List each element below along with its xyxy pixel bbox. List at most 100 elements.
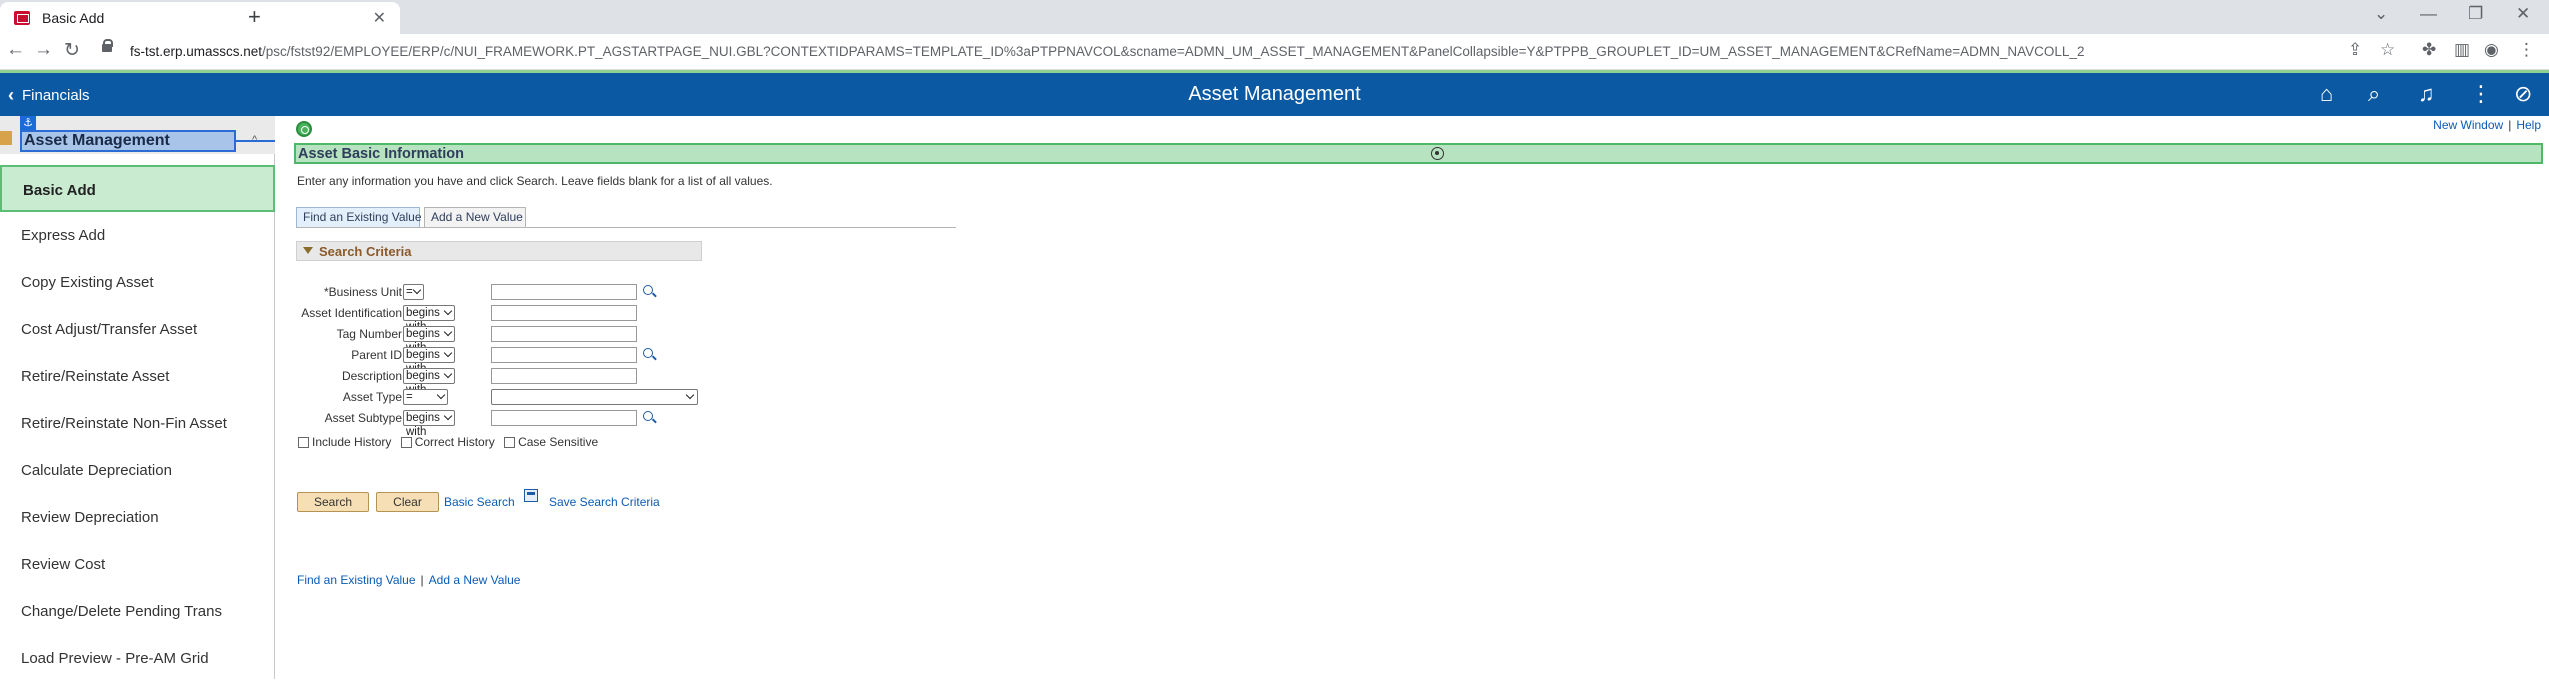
extensions-icon[interactable]: ✤ xyxy=(2422,40,2436,60)
chevron-down-icon xyxy=(412,285,422,295)
field-row-description: Description begins with xyxy=(276,368,976,396)
asset-id-input[interactable] xyxy=(491,305,637,321)
top-links: New Window | Help xyxy=(2433,118,2541,132)
operator-select[interactable]: begins with xyxy=(403,326,455,354)
new-window-link[interactable]: New Window xyxy=(2433,118,2503,132)
nav-item-retire-reinstate-nonfin[interactable]: Retire/Reinstate Non-Fin Asset xyxy=(0,400,275,447)
browser-menu-icon[interactable]: ⋮ xyxy=(2518,40,2535,60)
focus-indicator-icon xyxy=(296,121,312,137)
nav-item-retire-reinstate-asset[interactable]: Retire/Reinstate Asset xyxy=(0,353,275,400)
nav-item-load-preview[interactable]: Load Preview - Pre-AM Grid xyxy=(0,635,275,682)
operator-select[interactable]: begins with xyxy=(403,410,455,438)
field-label: Description xyxy=(341,369,402,383)
save-search-icon[interactable] xyxy=(524,489,538,502)
bookmark-star-icon[interactable]: ☆ xyxy=(2380,40,2395,60)
back-arrow-icon[interactable]: ← xyxy=(6,39,25,61)
checkbox-box[interactable] xyxy=(400,436,412,448)
nav-item-change-delete-pending[interactable]: Change/Delete Pending Trans xyxy=(0,588,275,635)
notifications-bell-icon[interactable]: ♫ xyxy=(2418,81,2435,107)
checkbox-label: Case Sensitive xyxy=(518,435,599,449)
nav-item-cost-adjust-transfer[interactable]: Cost Adjust/Transfer Asset xyxy=(0,306,275,353)
operator-value: = xyxy=(406,286,413,298)
crosshair-icon xyxy=(1431,147,1444,160)
field-label: Asset Identification xyxy=(301,306,402,320)
share-icon[interactable]: ⇪ xyxy=(2348,40,2362,60)
checkbox-label: Correct History xyxy=(414,435,495,449)
operator-select[interactable]: = xyxy=(403,284,424,300)
operator-select[interactable]: begins with xyxy=(403,347,455,375)
browser-toolbar: ← → ↻ fs-tst.erp.umasscs.net/psc/fstst92… xyxy=(0,34,2549,70)
asset-type-select[interactable] xyxy=(491,389,698,405)
restore-icon[interactable]: ❐ xyxy=(2468,4,2483,24)
minimize-icon[interactable]: — xyxy=(2420,4,2437,24)
lookup-icon[interactable] xyxy=(643,411,653,421)
basic-search-link[interactable]: Basic Search xyxy=(444,495,515,509)
reload-icon[interactable]: ↻ xyxy=(64,39,80,62)
new-tab-button[interactable]: + xyxy=(248,4,261,30)
clear-button[interactable]: Clear xyxy=(376,492,439,512)
chevron-down-icon xyxy=(443,369,453,379)
chevron-down-icon xyxy=(443,348,453,358)
operator-select[interactable]: begins with xyxy=(403,368,455,396)
nav-heading[interactable]: Asset Management xyxy=(20,130,236,152)
url-path: /psc/fstst92/EMPLOYEE/ERP/c/NUI_FRAMEWOR… xyxy=(262,44,2085,59)
search-button[interactable]: Search xyxy=(297,492,369,512)
help-link[interactable]: Help xyxy=(2516,118,2541,132)
browser-tab[interactable]: Basic Add ✕ xyxy=(0,2,400,34)
navbar-compass-icon[interactable]: ⊘ xyxy=(2514,81,2532,107)
business-unit-input[interactable] xyxy=(491,284,637,300)
tab-close-icon[interactable]: ✕ xyxy=(373,8,386,28)
nav-collection-header: Asset Management ⚓ ^ xyxy=(0,116,275,154)
nav-item-review-cost[interactable]: Review Cost xyxy=(0,541,275,588)
sidepanel-icon[interactable]: ▥ xyxy=(2454,40,2470,60)
checkbox-box[interactable] xyxy=(298,436,309,448)
browser-tab-title: Basic Add xyxy=(42,10,105,26)
tab-search-icon[interactable]: ⌄ xyxy=(2374,4,2388,24)
nav-item-copy-existing-asset[interactable]: Copy Existing Asset xyxy=(0,259,275,306)
instructions-text: Enter any information you have and click… xyxy=(297,174,773,188)
tab-add-new[interactable]: Add a New Value xyxy=(424,207,526,227)
operator-select[interactable]: = xyxy=(403,389,448,405)
include-history-checkbox[interactable]: Include History xyxy=(298,435,391,449)
url-text[interactable]: fs-tst.erp.umasscs.net/psc/fstst92/EMPLO… xyxy=(130,44,2084,59)
search-criteria-header[interactable]: Search Criteria xyxy=(296,241,702,261)
field-label: Tag Number xyxy=(336,327,402,341)
close-window-icon[interactable]: ✕ xyxy=(2516,4,2530,24)
checkbox-box[interactable] xyxy=(504,436,516,448)
favicon-icon xyxy=(14,11,30,25)
link-separator: | xyxy=(2508,118,2512,132)
actions-menu-icon[interactable]: ⋮ xyxy=(2470,81,2492,107)
search-options: Include History Correct History Case Sen… xyxy=(298,435,604,451)
tab-find-existing[interactable]: Find an Existing Value xyxy=(296,207,422,227)
address-bar[interactable]: fs-tst.erp.umasscs.net/psc/fstst92/EMPLO… xyxy=(92,37,2532,67)
profile-avatar-icon[interactable]: ◉ xyxy=(2484,40,2499,60)
lookup-icon[interactable] xyxy=(643,285,653,295)
lookup-icon[interactable] xyxy=(643,348,653,358)
nav-item-express-add[interactable]: Express Add xyxy=(0,212,275,259)
chevron-down-icon xyxy=(443,327,453,337)
anchor-icon: ⚓ xyxy=(20,116,36,130)
description-input[interactable] xyxy=(491,368,637,384)
home-icon[interactable]: ⌂ xyxy=(2320,81,2333,107)
url-host: fs-tst.erp.umasscs.net xyxy=(130,44,263,59)
field-row-tag-number: Tag Number begins with xyxy=(276,326,976,354)
tag-number-input[interactable] xyxy=(491,326,637,342)
asset-subtype-input[interactable] xyxy=(491,410,637,426)
page-header-title: Asset Management xyxy=(1188,83,1361,105)
add-new-link[interactable]: Add a New Value xyxy=(429,573,521,587)
save-search-criteria-link[interactable]: Save Search Criteria xyxy=(549,495,660,509)
nav-item-basic-add[interactable]: Basic Add xyxy=(0,165,275,212)
page-title-bar: Asset Basic Information xyxy=(294,143,2543,164)
main-content: New Window | Help Asset Basic Information … xyxy=(276,116,2549,679)
correct-history-checkbox[interactable]: Correct History xyxy=(400,435,495,449)
find-existing-link[interactable]: Find an Existing Value xyxy=(297,573,416,587)
nav-item-calculate-depreciation[interactable]: Calculate Depreciation xyxy=(0,447,275,494)
parent-id-input[interactable] xyxy=(491,347,637,363)
collapse-caret-icon[interactable]: ^ xyxy=(252,134,257,146)
search-criteria-label: Search Criteria xyxy=(319,244,412,259)
nav-item-review-depreciation[interactable]: Review Depreciation xyxy=(0,494,275,541)
operator-select[interactable]: begins with xyxy=(403,305,455,333)
search-icon[interactable]: ⌕ xyxy=(2368,81,2380,107)
case-sensitive-checkbox[interactable]: Case Sensitive xyxy=(504,435,598,449)
forward-arrow-icon[interactable]: → xyxy=(34,39,53,61)
